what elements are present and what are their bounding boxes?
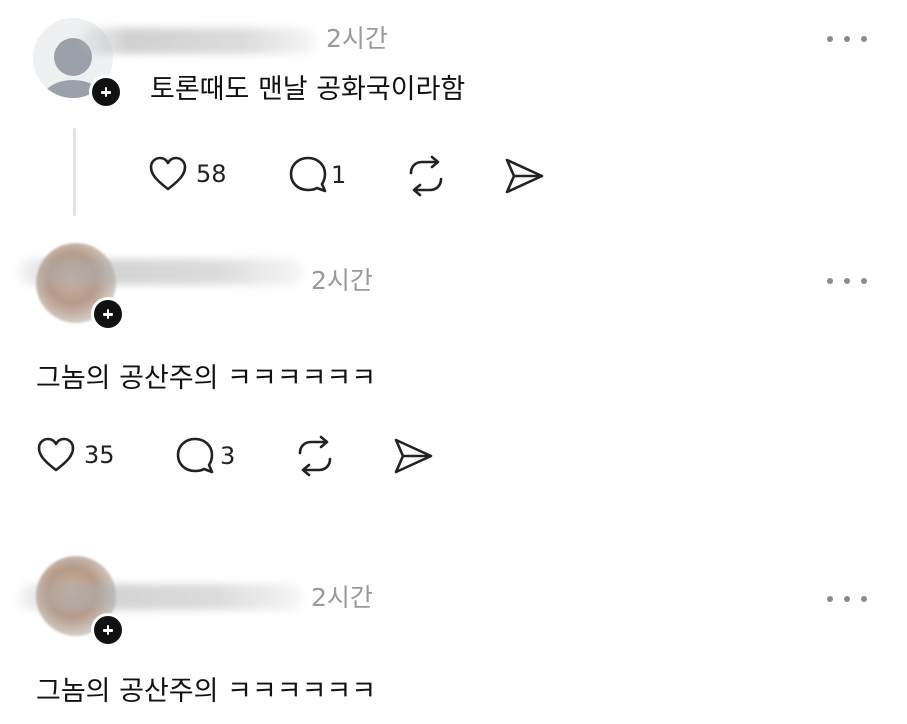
repost-icon (298, 435, 332, 477)
username-redacted[interactable] (18, 259, 303, 285)
follow-plus-icon[interactable] (91, 297, 125, 331)
heart-icon (149, 156, 187, 191)
reply-button[interactable]: 3 (174, 436, 235, 476)
repost-button[interactable] (405, 155, 447, 197)
post-text: 그놈의 공산주의 ㅋㅋㅋㅋㅋㅋ (36, 676, 377, 707)
username-redacted[interactable] (80, 28, 315, 54)
comment-icon (289, 156, 327, 193)
post-1: 2시간 토론때도 맨날 공화국이라함 58 1 (0, 0, 907, 220)
more-options-icon[interactable] (827, 33, 867, 45)
comment-icon (176, 437, 214, 474)
reply-button[interactable]: 1 (287, 155, 346, 195)
send-icon (394, 438, 433, 474)
post-2: 2시간 그놈의 공산주의 ㅋㅋㅋㅋㅋㅋ 35 3 (0, 225, 907, 495)
post-time: 2시간 (311, 266, 373, 295)
reply-count: 1 (331, 161, 347, 189)
follow-plus-icon[interactable] (89, 75, 123, 109)
post-time: 2시간 (311, 583, 373, 612)
post-3: 2시간 그놈의 공산주의 ㅋㅋㅋㅋㅋㅋ (0, 540, 907, 724)
thread-line (73, 128, 76, 216)
like-count: 58 (196, 160, 227, 188)
repost-icon (409, 155, 443, 197)
send-icon (505, 158, 544, 194)
post-text: 토론때도 맨날 공화국이라함 (150, 74, 466, 105)
share-button[interactable] (503, 157, 545, 195)
more-options-icon[interactable] (827, 275, 867, 287)
heart-icon (37, 437, 75, 472)
post-time: 2시간 (326, 24, 388, 53)
share-button[interactable] (392, 437, 434, 475)
follow-plus-icon[interactable] (91, 613, 125, 647)
reply-count: 3 (220, 442, 236, 470)
post-text: 그놈의 공산주의 ㅋㅋㅋㅋㅋㅋ (36, 363, 377, 394)
repost-button[interactable] (294, 435, 336, 477)
username-redacted[interactable] (18, 584, 303, 610)
like-button[interactable]: 35 (36, 436, 115, 474)
like-button[interactable]: 58 (148, 155, 227, 193)
more-options-icon[interactable] (827, 593, 867, 605)
like-count: 35 (84, 441, 115, 469)
